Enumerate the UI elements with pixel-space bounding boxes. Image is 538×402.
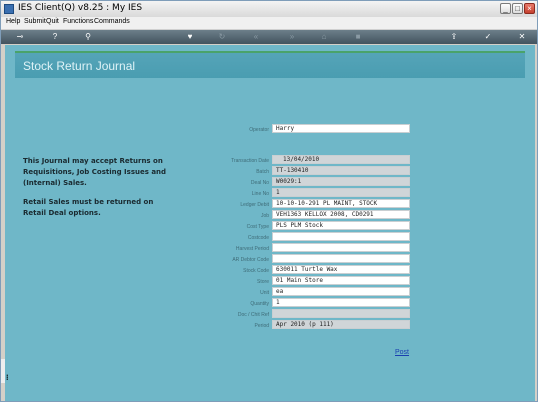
maximize-button[interactable]: □ [512,3,523,14]
store-label: Store [257,279,269,285]
post-link[interactable]: Post [395,349,409,356]
close-icon[interactable]: ✕ [517,32,527,42]
ar-debtor-code-field[interactable] [272,254,410,263]
app-icon [4,4,14,14]
help-icon[interactable]: ? [50,32,60,42]
menu-commands[interactable]: Commands [94,18,130,25]
costcode-field[interactable] [272,232,410,241]
operator-label: Operator [249,127,269,133]
doc-chit-ref-label: Doc / Chit Ref [237,312,269,318]
ledger-debit-field[interactable]: 10-10-10-291 PL MAINT, STOCK [272,199,410,208]
toolbar: ⊸ ? ⚲ ♥ ↻ « » ⌂ ■ ⇪ ✓ ✕ [1,30,537,44]
deal-no-label: Deal No [250,180,269,186]
status-marker: ⁝ [6,373,9,382]
unit-label: Unit [260,290,269,296]
close-button[interactable]: × [524,3,535,14]
period-label: Period [254,323,269,329]
main-content: Stock Return Journal This Journal may ac… [5,45,535,401]
app-window: IES Client(Q) v8.25 : My IES _ □ × Help … [0,0,538,402]
quantity-field[interactable]: 1 [272,298,410,307]
stop-icon[interactable]: ■ [353,32,363,42]
heart-icon[interactable]: ♥ [185,32,195,42]
transaction-date-field[interactable]: 13/04/2010 [272,155,410,164]
info-paragraph-retail: Retail Sales must be returned on Retail … [23,198,154,217]
menu-bar: Help Submit Quit Functions Commands [1,17,537,30]
trash-icon[interactable]: ⌂ [319,32,329,42]
rewind-icon[interactable]: « [251,32,261,42]
period-field[interactable]: Apr 2010 (p 111) [272,320,410,329]
stock-code-field[interactable]: 630011 Turtle Wax [272,265,410,274]
line-no-label: Line No [251,191,269,197]
page-header: Stock Return Journal [15,51,525,78]
operator-field[interactable]: Harry [272,124,410,133]
job-label: Job [260,213,269,219]
left-edge-strip [1,359,5,383]
cost-type-label: Cost Type [246,224,269,230]
store-field[interactable]: 01 Main Store [272,276,410,285]
menu-quit[interactable]: Quit [46,18,59,25]
page-title: Stock Return Journal [23,59,136,73]
transaction-date-label: Transaction Date [231,158,269,164]
harvest-period-field[interactable] [272,243,410,252]
menu-functions[interactable]: Functions [63,18,93,25]
title-bar: IES Client(Q) v8.25 : My IES _ □ × [1,1,537,18]
line-no-field[interactable]: 1 [272,188,410,197]
unit-field[interactable]: ea [272,287,410,296]
job-field[interactable]: VEH1363 KELLOX 2008, CD0291 [272,210,410,219]
key-icon[interactable]: ⊸ [11,32,29,42]
harvest-period-label: Harvest Period [235,246,269,252]
check-icon[interactable]: ✓ [483,32,493,42]
search-icon[interactable]: ⚲ [83,32,93,42]
fast-forward-icon[interactable]: » [287,32,297,42]
refresh-icon[interactable]: ↻ [217,32,227,42]
costcode-label: Costcode [247,235,269,241]
doc-chit-ref-field[interactable] [272,309,410,318]
stock-code-label: Stock Code [243,268,269,274]
deal-no-field[interactable]: W0029:1 [272,177,410,186]
batch-field[interactable]: TT-130410 [272,166,410,175]
minimize-button[interactable]: _ [500,3,511,14]
upload-icon[interactable]: ⇪ [449,32,459,42]
window-title: IES Client(Q) v8.25 : My IES [18,3,143,13]
info-paragraph-returns: This Journal may accept Returns on Requi… [23,157,167,187]
cost-type-field[interactable]: PLS PLM Stock [272,221,410,230]
quantity-label: Quantity [250,301,269,307]
batch-label: Batch [256,169,269,175]
menu-submit[interactable]: Submit [24,18,46,25]
ar-debtor-code-label: AR Debtor Code [232,257,269,263]
ledger-debit-label: Ledger Debit [240,202,269,208]
menu-help[interactable]: Help [6,18,20,25]
